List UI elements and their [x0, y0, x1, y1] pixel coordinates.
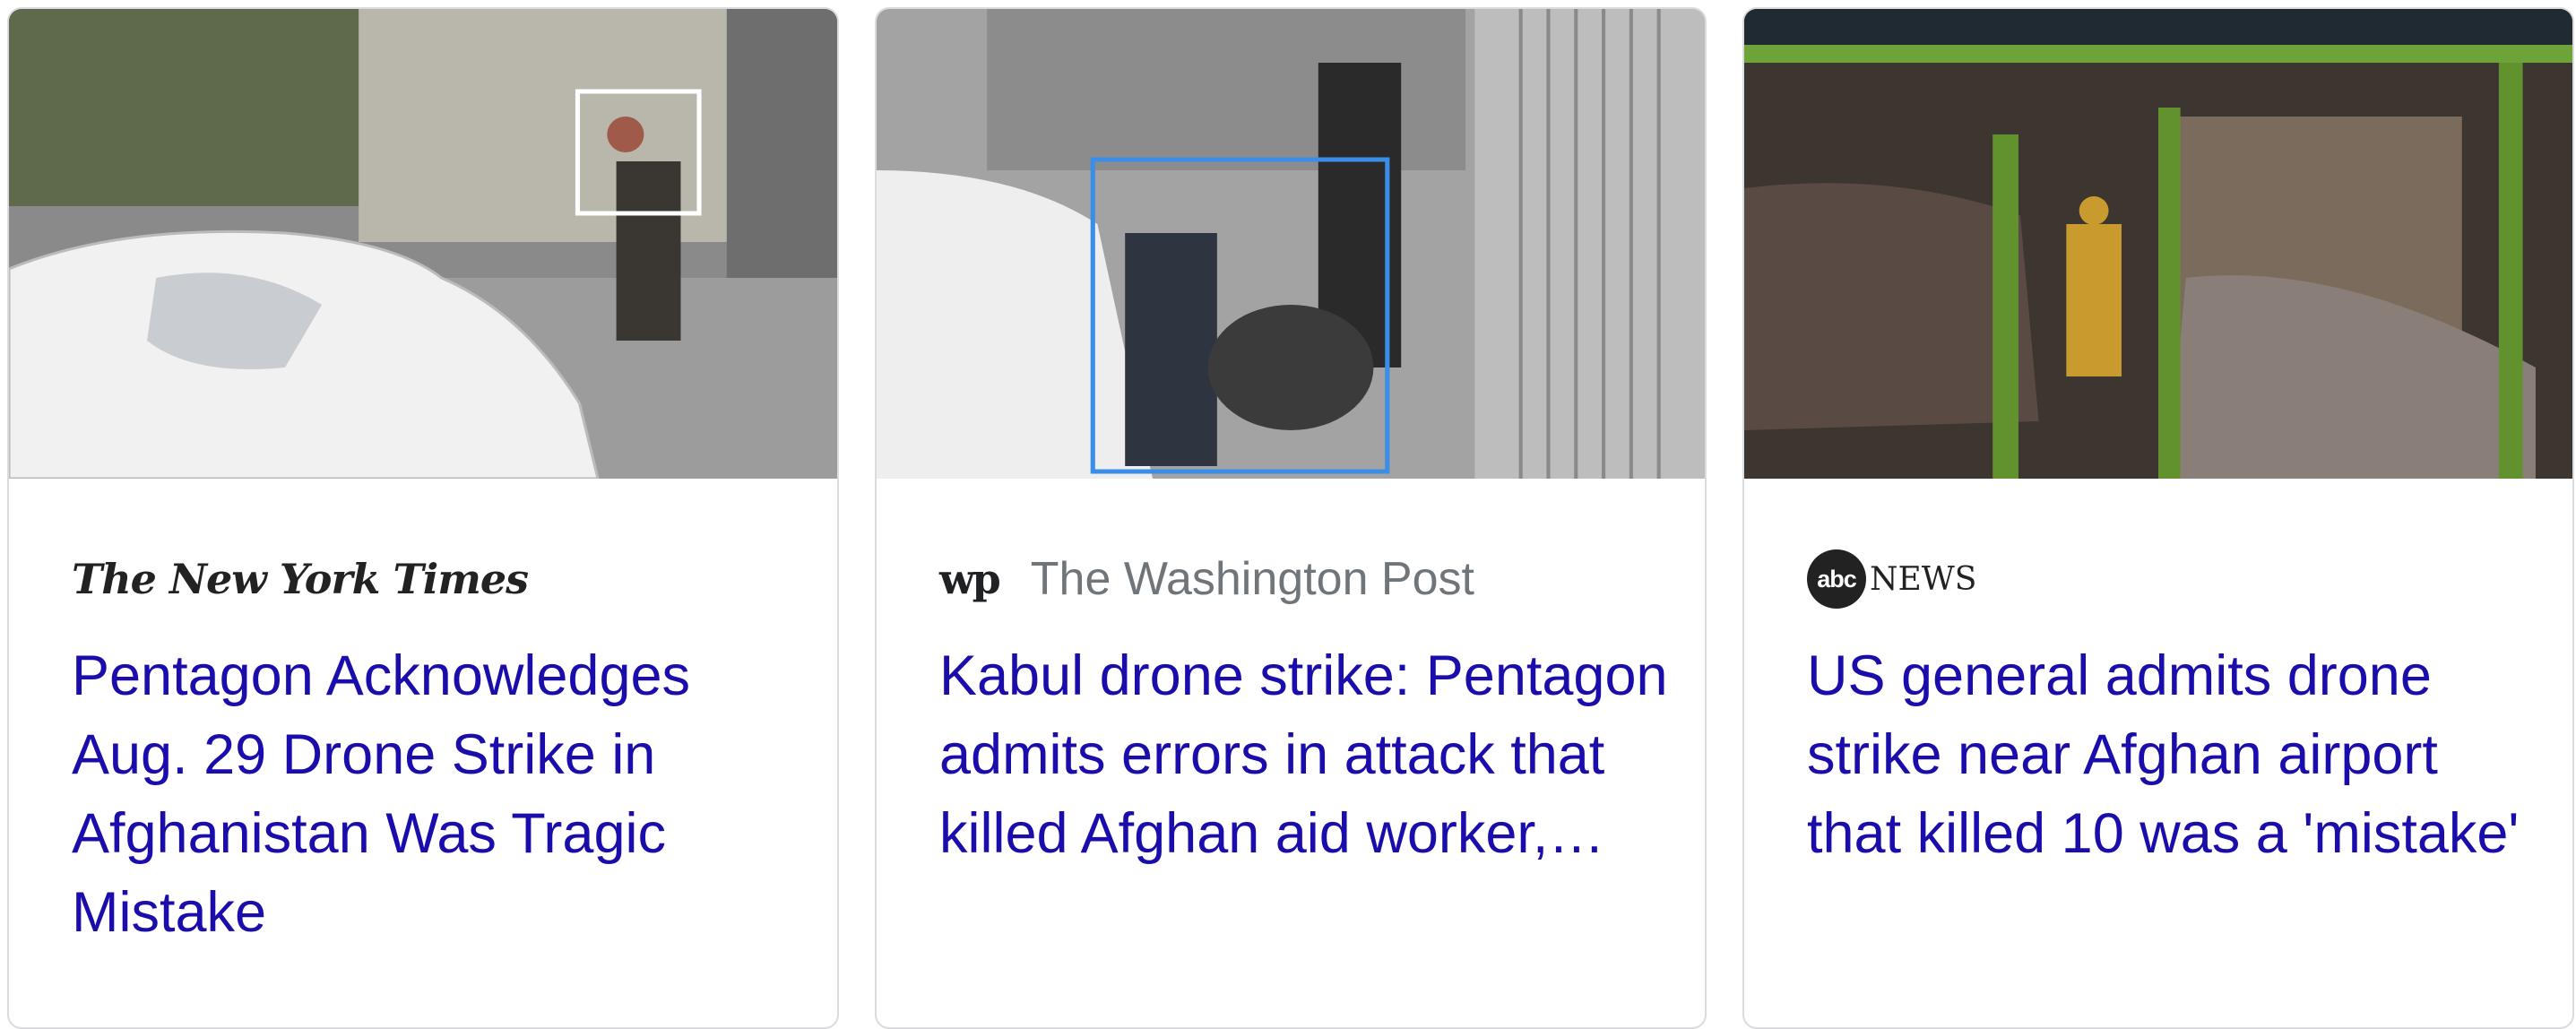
news-headline-link[interactable]: Pentagon Acknowledges Aug. 29 Drone Stri…: [72, 636, 807, 952]
news-carousel: The New York Times Pentagon Acknowledges…: [0, 0, 2576, 1029]
thumbnail-image-burned-car: [1744, 9, 2572, 479]
wp-logo-icon: wp: [939, 555, 1001, 603]
news-headline-link[interactable]: US general admits drone strike near Afgh…: [1807, 636, 2542, 873]
news-thumbnail[interactable]: [877, 9, 1705, 479]
nyt-logo: The New York Times: [72, 555, 529, 603]
news-source: wp The Washington Post: [939, 543, 1474, 615]
source-name: NEWS: [1870, 560, 1977, 598]
news-headline-link[interactable]: Kabul drone strike: Pentagon admits erro…: [939, 636, 1674, 873]
news-card-washington-post[interactable]: wp The Washington Post Kabul drone strik…: [875, 7, 1707, 1029]
news-thumbnail[interactable]: [1744, 9, 2572, 479]
abc-logo-icon: abc: [1807, 549, 1866, 609]
news-card-abc-news[interactable]: abc NEWS US general admits drone strike …: [1742, 7, 2574, 1029]
abc-news-logo: abc NEWS: [1807, 549, 1976, 609]
thumbnail-image-cctv-car: [9, 9, 837, 479]
source-name: The Washington Post: [1030, 553, 1474, 605]
news-thumbnail[interactable]: [9, 9, 837, 479]
news-card-nyt[interactable]: The New York Times Pentagon Acknowledges…: [7, 7, 839, 1029]
news-source: abc NEWS: [1807, 543, 1976, 615]
thumbnail-image-cctv-people: [877, 9, 1705, 479]
news-source: The New York Times: [72, 543, 529, 615]
